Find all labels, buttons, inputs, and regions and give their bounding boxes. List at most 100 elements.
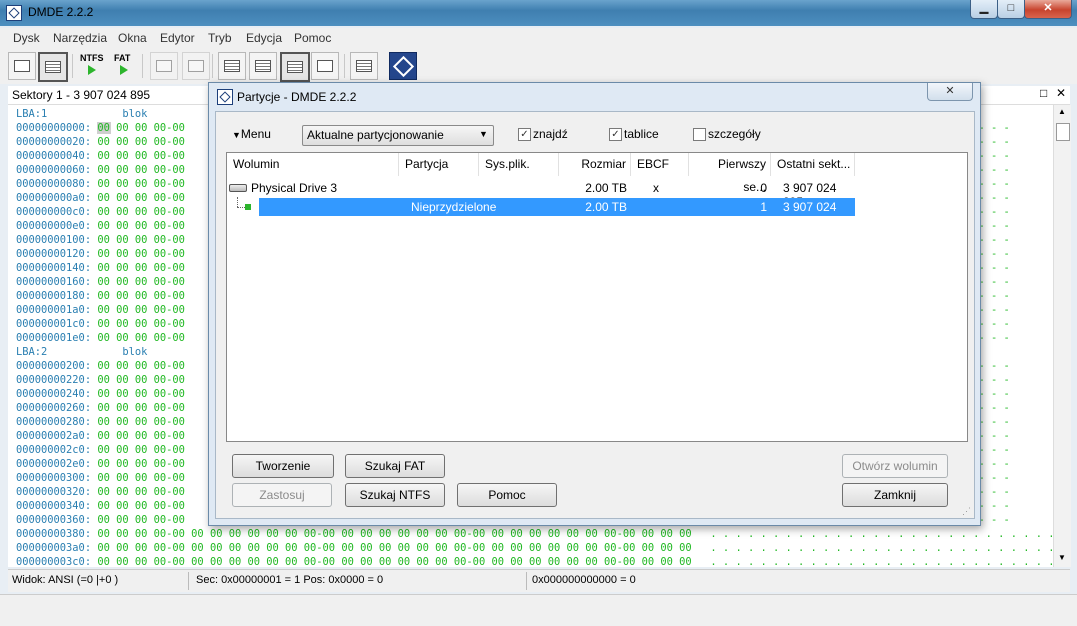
table-row-selected[interactable]: Nieprzydzielone 2.00 TB 1 3 907 024 895 <box>259 198 855 228</box>
help-button[interactable]: Pomoc <box>457 483 557 507</box>
checkbox-tables-box[interactable]: ✓ <box>609 128 622 141</box>
hex-bytes: 00 00 00 00-00 <box>97 220 185 232</box>
menu-edytor[interactable]: Edytor <box>160 31 195 45</box>
col-header-last-sector[interactable]: Ostatni sekt... <box>771 153 855 176</box>
table-row[interactable]: Physical Drive 3 2.00 TB x 0 3 907 024 8… <box>227 179 855 209</box>
hex-view-icon <box>224 60 240 72</box>
hex-bytes: 00 00 00 00-00 <box>97 178 185 190</box>
select-value: Aktualne partycjonowanie <box>307 128 444 142</box>
hex-address: 00000000200: <box>16 360 92 372</box>
menu-pomoc[interactable]: Pomoc <box>294 31 331 45</box>
col-header-partition[interactable]: Partycja <box>399 153 479 176</box>
hex-ascii: . . . . . . . . . . . . . . . . . . . . … <box>710 542 1053 554</box>
restore-pane-button[interactable]: □ <box>1040 86 1047 100</box>
maximize-button[interactable]: □ <box>997 0 1025 19</box>
app-titlebar: DMDE 2.2.2 ▁ □ ✕ <box>0 0 1077 26</box>
hex-address: 000000003c0: <box>16 556 92 567</box>
row-ebcf: x <box>653 181 659 195</box>
copy-sectors-button[interactable] <box>350 52 378 80</box>
dmde-logo-button[interactable] <box>389 52 417 80</box>
menu-okna[interactable]: Okna <box>118 31 147 45</box>
sector-range: Sektory 1 - 3 907 024 895 <box>12 88 151 102</box>
create-button[interactable]: Tworzenie <box>232 454 334 478</box>
hex-bytes: 00 00 00 00-00 <box>97 458 185 470</box>
resize-grip-icon[interactable]: ⋰ <box>962 506 971 517</box>
hex-address: 00000000160: <box>16 276 92 288</box>
scroll-up-icon[interactable]: ▲ <box>1058 107 1066 116</box>
row-first-sector: 1 <box>760 200 767 214</box>
fat-search-button[interactable]: FAT <box>114 53 136 79</box>
hex-bytes: 00 00 00 00-00 <box>97 290 185 302</box>
lba-label: LBA:2 <box>16 346 48 358</box>
search-ntfs-button[interactable]: Szukaj NTFS <box>345 483 445 507</box>
vertical-scrollbar[interactable]: ▲ ▼ <box>1053 105 1071 567</box>
toolbar: NTFS FAT <box>0 48 1077 84</box>
app-logo-icon <box>6 5 22 21</box>
hex-row: 000000003c0: 00 00 00 00-00 00 00 00 00 … <box>16 555 1053 567</box>
hex-address: 000000001e0: <box>16 332 92 344</box>
partitions-button[interactable] <box>38 52 68 82</box>
view-find-button[interactable] <box>311 52 339 80</box>
hex-address: 00000000360: <box>16 514 92 526</box>
hex-address: 00000000100: <box>16 234 92 246</box>
partition-list[interactable]: Wolumin Partycja Sys.plik. Rozmiar EBCF … <box>226 152 968 442</box>
hex-ascii: . . . . . . . . . . . . . . . . . . . . … <box>710 528 1053 540</box>
file-new-button[interactable] <box>182 52 210 80</box>
scroll-down-icon[interactable]: ▼ <box>1058 553 1066 562</box>
hex-address: 00000000260: <box>16 402 92 414</box>
status-divider <box>188 572 189 590</box>
view-text-button[interactable] <box>249 52 277 80</box>
view-hex-button[interactable] <box>218 52 246 80</box>
hex-address: 000000002e0: <box>16 458 92 470</box>
checkbox-details-label: szczegóły <box>708 127 761 141</box>
checkbox-tables-label: tablice <box>624 127 659 141</box>
hex-address: 000000000e0: <box>16 220 92 232</box>
status-view: Widok: ANSI (=0 |+0 ) <box>12 574 119 586</box>
menu-edycja[interactable]: Edycja <box>246 31 282 45</box>
block-label: blok <box>122 108 148 120</box>
close-dialog-button[interactable]: Zamknij <box>842 483 948 507</box>
hex-bytes: 00 00 00 00-00 <box>97 388 185 400</box>
menu-dropdown-button[interactable]: ▼Menu <box>232 127 271 141</box>
hex-address: 000000000c0: <box>16 206 92 218</box>
menu-narzedzia[interactable]: Narzędzia <box>53 31 107 45</box>
dialog-close-button[interactable]: ✕ <box>927 83 973 101</box>
scroll-thumb[interactable] <box>1056 123 1070 141</box>
close-button[interactable]: ✕ <box>1024 0 1072 19</box>
col-header-ebcf[interactable]: EBCF <box>631 153 689 176</box>
col-header-filesystem[interactable]: Sys.plik. <box>479 153 559 176</box>
hex-bytes: 00 00 00 00-00 <box>97 514 185 526</box>
hex-address: 00000000060: <box>16 164 92 176</box>
tree-connector-icon <box>231 197 251 215</box>
col-header-size[interactable]: Rozmiar <box>559 153 631 176</box>
file-open-button[interactable] <box>150 52 178 80</box>
menu-label: Menu <box>240 127 271 141</box>
hex-bytes: 00 00 00 00-00 <box>97 122 185 134</box>
view-table-button[interactable] <box>280 52 310 82</box>
hex-bytes: 00 00 00 00-00 <box>97 472 185 484</box>
hex-bytes: 00 00 00 00-00 <box>97 248 185 260</box>
hex-address: 00000000040: <box>16 150 92 162</box>
close-pane-button[interactable]: ✕ <box>1056 86 1066 100</box>
hex-ascii: . . . . . . . . . . . . . . . . . . . . … <box>710 556 1053 567</box>
open-volume-button[interactable]: Otwórz wolumin <box>842 454 948 478</box>
dialog-logo-icon <box>217 89 233 105</box>
checkbox-details-box[interactable] <box>693 128 706 141</box>
menu-tryb[interactable]: Tryb <box>208 31 232 45</box>
dialog-title: Partycje - DMDE 2.2.2 <box>237 90 357 104</box>
hex-bytes: 00 00 00 00-00 <box>97 276 185 288</box>
col-header-first-sector[interactable]: Pierwszy se... <box>689 153 771 194</box>
hex-address: 00000000220: <box>16 374 92 386</box>
menu-dysk[interactable]: Dysk <box>13 31 40 45</box>
row-size: 2.00 TB <box>585 181 627 195</box>
disk-button[interactable] <box>8 52 36 80</box>
hex-bytes: 00 00 00 00-00 <box>97 374 185 386</box>
checkbox-find-box[interactable]: ✓ <box>518 128 531 141</box>
partitioning-mode-select[interactable]: Aktualne partycjonowanie ▼ <box>302 125 494 146</box>
col-header-volume[interactable]: Wolumin <box>227 153 399 176</box>
toolbar-separator <box>212 54 213 78</box>
search-fat-button[interactable]: Szukaj FAT <box>345 454 445 478</box>
ntfs-search-button[interactable]: NTFS <box>80 53 104 79</box>
apply-button[interactable]: Zastosuj <box>232 483 332 507</box>
minimize-button[interactable]: ▁ <box>970 0 998 19</box>
